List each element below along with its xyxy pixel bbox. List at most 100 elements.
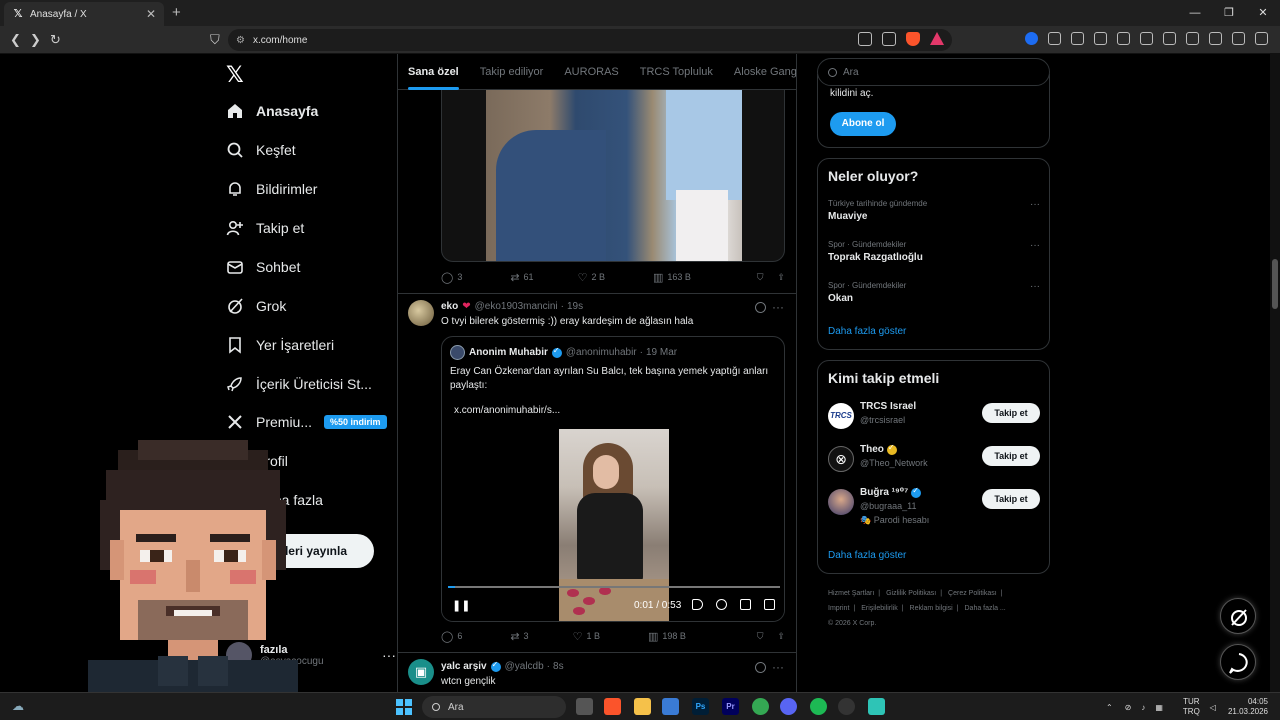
follow-button[interactable]: Takip et — [982, 403, 1040, 423]
microphone-icon[interactable]: ♪ — [1141, 703, 1145, 712]
tab-auroras[interactable]: AURORAS — [564, 54, 618, 90]
minimize-icon[interactable]: — — [1178, 0, 1212, 26]
trend-item[interactable]: Spor · Gündemdekiler Toprak Razgatlıoğlu… — [828, 240, 1040, 263]
post-avatar[interactable] — [408, 300, 434, 326]
tray-expand-icon[interactable]: ⌃ — [1106, 703, 1113, 712]
views-button[interactable]: ▥ 198 B — [648, 630, 686, 643]
post-more-icon[interactable]: ··· — [772, 300, 784, 314]
taskbar-search[interactable]: Ara — [422, 696, 566, 718]
footer-ads-info[interactable]: Reklam bilgisi — [910, 605, 953, 612]
spotify-icon[interactable] — [810, 698, 827, 715]
brave-rewards-icon[interactable] — [930, 32, 944, 45]
discord-icon[interactable] — [780, 698, 797, 715]
share-icon[interactable] — [882, 32, 896, 46]
extensions-puzzle-icon[interactable] — [1071, 32, 1084, 45]
repost-button[interactable]: ⇄ 61 — [510, 271, 533, 284]
back-icon[interactable]: ❮ — [10, 32, 21, 48]
post-time[interactable]: 19s — [567, 301, 583, 312]
close-window-icon[interactable]: ✕ — [1246, 0, 1280, 26]
quoted-link[interactable]: x.com/anonimuhabir/s... — [454, 405, 560, 416]
sidebar-icon[interactable] — [1163, 32, 1176, 45]
share-post-icon[interactable]: ⇪ — [777, 631, 785, 642]
reload-icon[interactable]: ↻ — [50, 32, 61, 48]
footer-accessibility[interactable]: Erişilebilirlik — [861, 605, 898, 612]
download-icon[interactable] — [1117, 32, 1130, 45]
trend-item[interactable]: Türkiye tarihinde gündemde Muaviye ··· — [828, 199, 1040, 222]
scrollbar-thumb[interactable] — [1272, 259, 1278, 309]
bookmark-page-icon[interactable]: ⛉ — [210, 32, 220, 48]
trend-more-icon[interactable]: ··· — [1030, 199, 1040, 210]
extension-link-icon[interactable] — [1094, 32, 1107, 45]
follow-suggestion[interactable]: TRCS TRCS Israel @trcsisrael Takip et — [828, 401, 1040, 437]
post-time[interactable]: 8s — [553, 661, 564, 672]
trend-item[interactable]: Spor · Gündemdekiler Okan ··· — [828, 281, 1040, 304]
follow-button[interactable]: Takip et — [982, 446, 1040, 466]
wifi-icon[interactable]: ▦ — [1155, 703, 1163, 712]
address-bar[interactable]: ⚙ x.com/home — [228, 29, 952, 51]
video-progress-bar[interactable] — [448, 586, 780, 588]
repost-button[interactable]: ⇄ 3 — [510, 630, 528, 643]
trends-show-more-link[interactable]: Daha fazla göster — [828, 326, 906, 337]
new-tab-icon[interactable]: + — [172, 4, 181, 21]
bookmark-post-icon[interactable]: ⛉ — [757, 272, 764, 283]
tab-aloske-gang[interactable]: Aloske Gang — [734, 54, 796, 90]
cast-icon[interactable] — [858, 32, 872, 46]
trend-more-icon[interactable]: ··· — [1030, 240, 1040, 251]
who-to-follow-show-more-link[interactable]: Daha fazla göster — [828, 550, 906, 561]
video-player[interactable]: ❚❚ 0:01 / 0:53 — [442, 429, 784, 621]
search-input[interactable]: Ara — [843, 67, 859, 78]
footer-cookies[interactable]: Çerez Politikası — [948, 590, 997, 597]
menu-icon[interactable] — [1255, 32, 1268, 45]
like-button[interactable]: ♡ 2 B — [578, 271, 605, 284]
grok-fab-button[interactable] — [1220, 598, 1256, 634]
trend-more-icon[interactable]: ··· — [1030, 281, 1040, 292]
file-explorer-icon[interactable] — [634, 698, 651, 715]
tab-trcs-topluluk[interactable]: TRCS Topluluk — [640, 54, 713, 90]
fullscreen-icon[interactable] — [764, 599, 775, 610]
nav-item-chat[interactable]: Sohbet — [226, 252, 300, 282]
picture-in-picture-icon[interactable] — [740, 599, 751, 610]
nav-item-creator-studio[interactable]: İçerik Üreticisi St... — [226, 369, 372, 399]
footer-imprint[interactable]: Imprint — [828, 605, 849, 612]
extension-blue-icon[interactable] — [1025, 32, 1038, 45]
nav-item-home[interactable]: Anasayfa — [226, 96, 318, 126]
follow-suggestion[interactable]: Buğra ¹⁹⁰⁷ @bugraaa_11 🎭 Parodi hesabı T… — [828, 486, 1040, 525]
tab-following[interactable]: Takip ediliyor — [480, 54, 544, 90]
brave-browser-icon[interactable] — [604, 698, 621, 715]
views-button[interactable]: ▥ 163 B — [653, 271, 691, 284]
post-media-image[interactable] — [441, 90, 785, 262]
windows-start-icon[interactable] — [396, 699, 412, 715]
nav-item-explore[interactable]: Keşfet — [226, 135, 296, 165]
settings-icon[interactable] — [716, 599, 727, 610]
grok-explain-icon[interactable] — [755, 662, 766, 673]
language-indicator[interactable]: TUR TRQ — [1183, 697, 1200, 717]
notepad-icon[interactable] — [868, 698, 885, 715]
leo-icon[interactable] — [1209, 32, 1222, 45]
search-box[interactable]: Ara — [817, 58, 1050, 86]
premiere-icon[interactable]: Pr — [722, 698, 739, 715]
photoshop-icon[interactable]: Ps — [692, 698, 709, 715]
x-logo-icon[interactable]: 𝕏 — [226, 62, 244, 88]
account-more-icon[interactable]: ··· — [382, 647, 396, 663]
post-avatar[interactable]: ▣ — [408, 659, 434, 685]
obs-icon[interactable] — [838, 698, 855, 715]
wallet-icon[interactable] — [1186, 32, 1199, 45]
post-author-name[interactable]: eko — [441, 301, 458, 312]
nav-item-bookmarks[interactable]: Yer İşaretleri — [226, 330, 334, 360]
brave-shield-icon[interactable] — [906, 32, 920, 46]
bookmark-post-icon[interactable]: ⛉ — [757, 631, 764, 642]
post-author-handle[interactable]: @yalcdb — [505, 661, 544, 672]
follow-suggestion[interactable]: ⊗ Theo @Theo_Network Takip et — [828, 443, 1040, 480]
page-scrollbar[interactable] — [1270, 54, 1280, 694]
site-settings-icon[interactable]: ⚙ — [236, 35, 245, 46]
reply-button[interactable]: ◯ 6 — [441, 630, 462, 643]
forward-icon[interactable]: ❯ — [30, 32, 41, 48]
extension-audio-icon[interactable] — [1048, 32, 1061, 45]
post-author-handle[interactable]: @eko1903mancini — [475, 301, 558, 312]
taskbar-clock[interactable]: 04:05 21.03.2026 — [1228, 697, 1268, 717]
post-more-icon[interactable]: ··· — [772, 660, 784, 674]
nav-item-grok[interactable]: Grok — [226, 291, 286, 321]
volume-icon[interactable] — [692, 599, 703, 610]
footer-more[interactable]: Daha fazla ... — [965, 605, 1006, 612]
footer-privacy[interactable]: Gizlilik Politikası — [886, 590, 936, 597]
